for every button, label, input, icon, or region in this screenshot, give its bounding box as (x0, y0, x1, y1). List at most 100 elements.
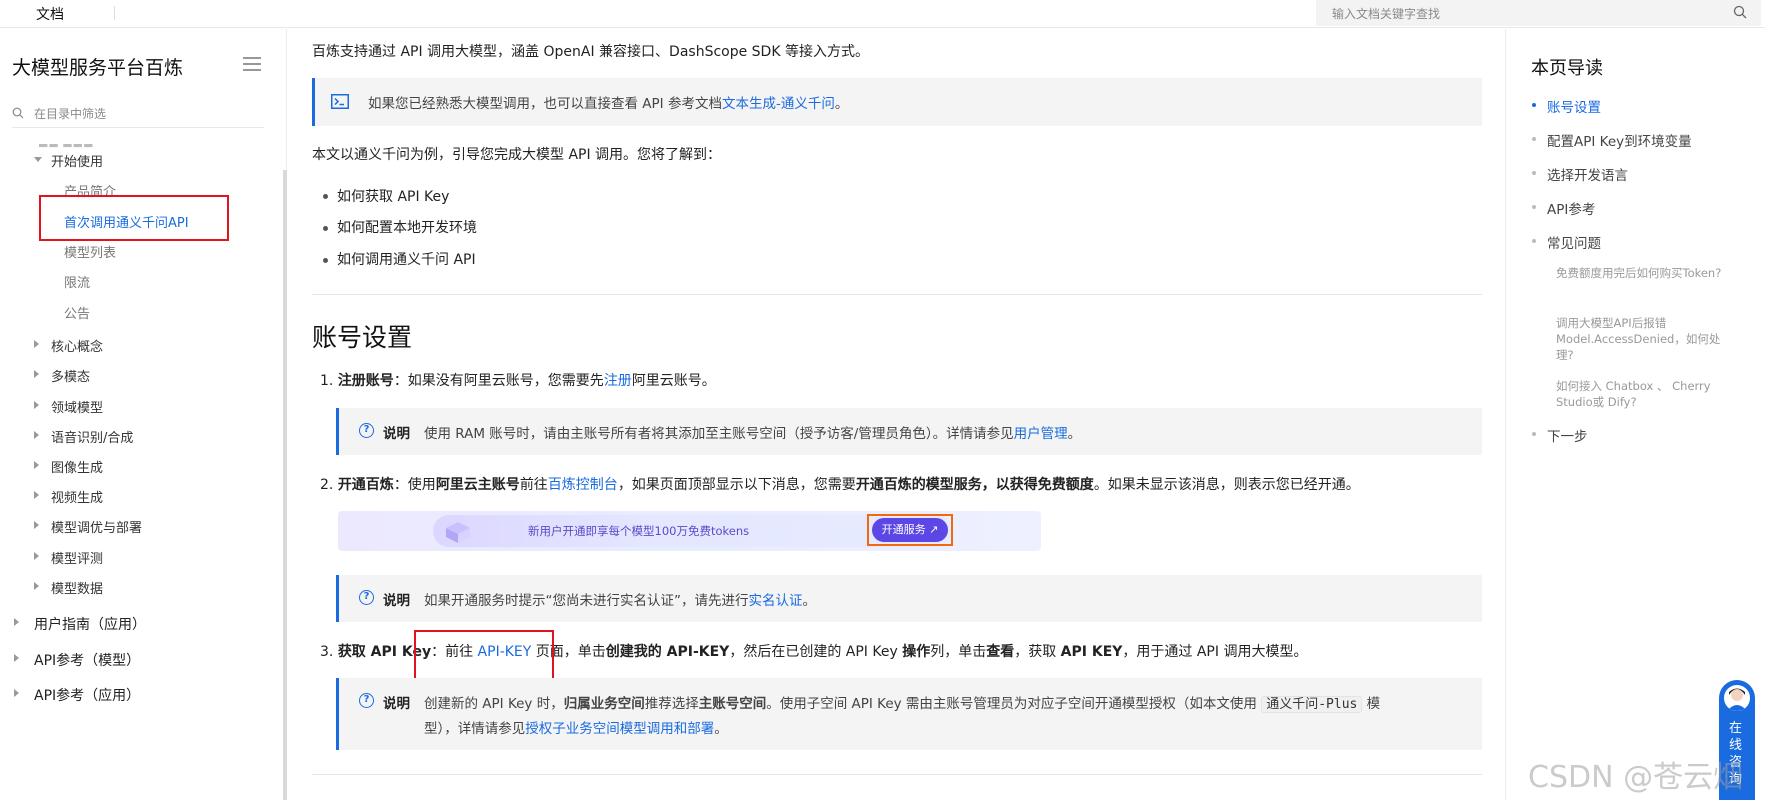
sidebar-item-evaluation[interactable]: 模型评测 (34, 548, 103, 567)
tip-text: 如果您已经熟悉大模型调用，也可以直接查看 API 参考文档文本生成-通义千问。 (368, 96, 849, 112)
sidebar-item-label: 多模态 (51, 370, 91, 385)
sidebar-item-tuning[interactable]: 模型调优与部署 (34, 517, 142, 536)
bullet-dot (1532, 171, 1536, 175)
question-icon: ? (359, 693, 374, 708)
bullet-dot (1532, 432, 1536, 436)
bullet-item: 如何配置本地开发环境 (337, 220, 477, 236)
bullet-dot (323, 226, 328, 231)
search-icon (12, 107, 24, 119)
sidebar-item-label: 核心概念 (51, 340, 104, 355)
note-text: 如果开通服务时提示“您尚未进行实名认证”，请先进行实名认证。 (424, 593, 816, 609)
toc-item-env-var[interactable]: 配置API Key到环境变量 (1532, 130, 1692, 150)
bullet-dot (1532, 137, 1536, 141)
sidebar-item-speech[interactable]: 语音识别/合成 (34, 427, 133, 446)
divider (114, 6, 115, 20)
watermark: CSDN @苍云烟 (1528, 760, 1744, 795)
sidebar-item-multimodal[interactable]: 多模态 (34, 366, 90, 385)
sidebar-item-domain-models[interactable]: 领域模型 (34, 397, 103, 416)
note-callout: ? 说明 如果开通服务时提示“您尚未进行实名认证”，请先进行实名认证。 (336, 575, 1482, 622)
chevron-right-icon (34, 552, 39, 560)
sidebar-item-label: 用户指南（应用） (34, 617, 146, 633)
bullet-dot (1532, 205, 1536, 209)
divider (312, 774, 1482, 775)
sidebar-item-model-data[interactable]: 模型数据 (34, 578, 103, 597)
toc-item-next[interactable]: 下一步 (1532, 425, 1588, 445)
toc-title: 本页导读 (1531, 58, 1603, 79)
bullet-dot (323, 194, 328, 199)
sidebar-item-image-gen[interactable]: 图像生成 (34, 457, 103, 476)
top-bar: 文档 输入文档关键字查找 (0, 0, 1765, 28)
chevron-right-icon (14, 618, 19, 626)
bullet-item: 如何调用通义千问 API (337, 252, 476, 268)
highlight-box (867, 514, 953, 546)
toc-item-faq[interactable]: 常见问题 (1532, 232, 1601, 252)
note-label: 说明 (383, 593, 410, 609)
sidebar-item-core-concepts[interactable]: 核心概念 (34, 336, 103, 355)
text-generation-link[interactable]: 文本生成-通义千问 (722, 96, 835, 112)
gift-cube-icon (446, 522, 470, 543)
sidebar-item-label: API参考（应用） (34, 688, 141, 704)
sidebar-item-getting-started[interactable]: 开始使用 (34, 151, 103, 170)
filter-placeholder: 在目录中筛选 (34, 107, 107, 121)
promo-banner-image: 新用户开通即享每个模型100万免费tokens 开通服务 ↗ (338, 511, 1041, 551)
note-text: 使用 RAM 账号时，请由主账号所有者将其添加至主账号空间（授予访客/管理员角色… (424, 426, 1082, 442)
chevron-right-icon (34, 401, 39, 409)
doc-search-input[interactable]: 输入文档关键字查找 (1316, 0, 1761, 26)
sidebar-item-model-list[interactable]: 模型列表 (64, 242, 116, 261)
note-label: 说明 (383, 696, 410, 712)
toc-faq-item[interactable]: 免费额度用完后如何购买Token? (1556, 265, 1726, 281)
authorize-subspace-link[interactable]: 授权子业务空间模型调用和部署 (525, 721, 714, 737)
toc-faq-item[interactable]: 如何接入 Chatbox 、 Cherry Studio或 Dify? (1556, 378, 1726, 410)
search-icon[interactable] (1733, 5, 1747, 19)
bullet-dot (1532, 103, 1536, 107)
toc-item-account[interactable]: 账号设置 (1532, 96, 1601, 116)
menu-icon[interactable] (243, 57, 261, 71)
toc-item-language[interactable]: 选择开发语言 (1532, 164, 1628, 184)
toc-faq-item[interactable]: 调用大模型API后报错Model.AccessDenied，如何处理? (1556, 315, 1726, 363)
search-placeholder: 输入文档关键字查找 (1332, 7, 1441, 21)
sidebar-item-user-guide[interactable]: 用户指南（应用） (14, 614, 146, 634)
user-management-link[interactable]: 用户管理 (1014, 426, 1068, 442)
lead-text: 本文以通义千问为例，引导您完成大模型 API 调用。您将了解到： (312, 147, 722, 163)
sidebar-filter-input[interactable]: 在目录中筛选 (12, 102, 264, 128)
sidebar-item-label: 模型数据 (51, 582, 104, 597)
chevron-right-icon (34, 491, 39, 499)
chevron-right-icon (34, 431, 39, 439)
chevron-right-icon (34, 582, 39, 590)
chevron-down-icon (34, 157, 42, 162)
highlight-box (39, 195, 229, 241)
sidebar-item-announcement[interactable]: 公告 (64, 303, 90, 322)
divider (312, 294, 1482, 295)
register-link[interactable]: 注册 (604, 373, 632, 389)
sidebar-item-label: 图像生成 (51, 461, 104, 476)
sidebar-item-api-model[interactable]: API参考（模型） (14, 650, 140, 670)
tip-callout: 如果您已经熟悉大模型调用，也可以直接查看 API 参考文档文本生成-通义千问。 (312, 78, 1482, 126)
sidebar-item-label: 模型调优与部署 (51, 521, 143, 536)
sidebar-item-label: API参考（模型） (34, 653, 141, 669)
sidebar-item-label: 语音识别/合成 (51, 431, 134, 446)
sidebar-item-label: 领域模型 (51, 401, 104, 416)
terminal-icon (331, 94, 349, 109)
chevron-right-icon (34, 340, 39, 348)
sidebar-item-rate-limit[interactable]: 限流 (64, 272, 90, 291)
sidebar-scrollbar[interactable] (283, 170, 287, 800)
question-icon: ? (359, 423, 374, 438)
note-text-line-2: 型），详情请参见授权子业务空间模型调用和部署。 (424, 721, 728, 737)
highlight-box (414, 630, 554, 680)
chevron-right-icon (34, 521, 39, 529)
note-callout: ? 说明 创建新的 API Key 时，归属业务空间推荐选择主账号空间。使用子空… (336, 678, 1482, 750)
console-link[interactable]: 百炼控制台 (548, 477, 618, 493)
intro-text: 百炼支持通过 API 调用大模型，涵盖 OpenAI 兼容接口、DashScop… (312, 44, 869, 60)
step-1: 1. 注册账号：如果没有阿里云账号，您需要先注册阿里云账号。 (320, 373, 716, 389)
sidebar-item-label: 开始使用 (51, 155, 104, 170)
step-2: 2. 开通百炼：使用阿里云主账号前往百炼控制台，如果页面顶部显示以下消息，您需要… (320, 477, 1360, 493)
toc-item-api-ref[interactable]: API参考 (1532, 198, 1595, 218)
sidebar-item-video-gen[interactable]: 视频生成 (34, 487, 103, 506)
bullet-dot (1532, 239, 1536, 243)
chevron-right-icon (34, 370, 39, 378)
section-heading: 账号设置 (312, 323, 413, 352)
real-name-auth-link[interactable]: 实名认证 (749, 593, 803, 609)
docs-home-link[interactable]: 文档 (36, 4, 64, 24)
sidebar-item-api-app[interactable]: API参考（应用） (14, 685, 140, 705)
chevron-right-icon (14, 654, 19, 662)
